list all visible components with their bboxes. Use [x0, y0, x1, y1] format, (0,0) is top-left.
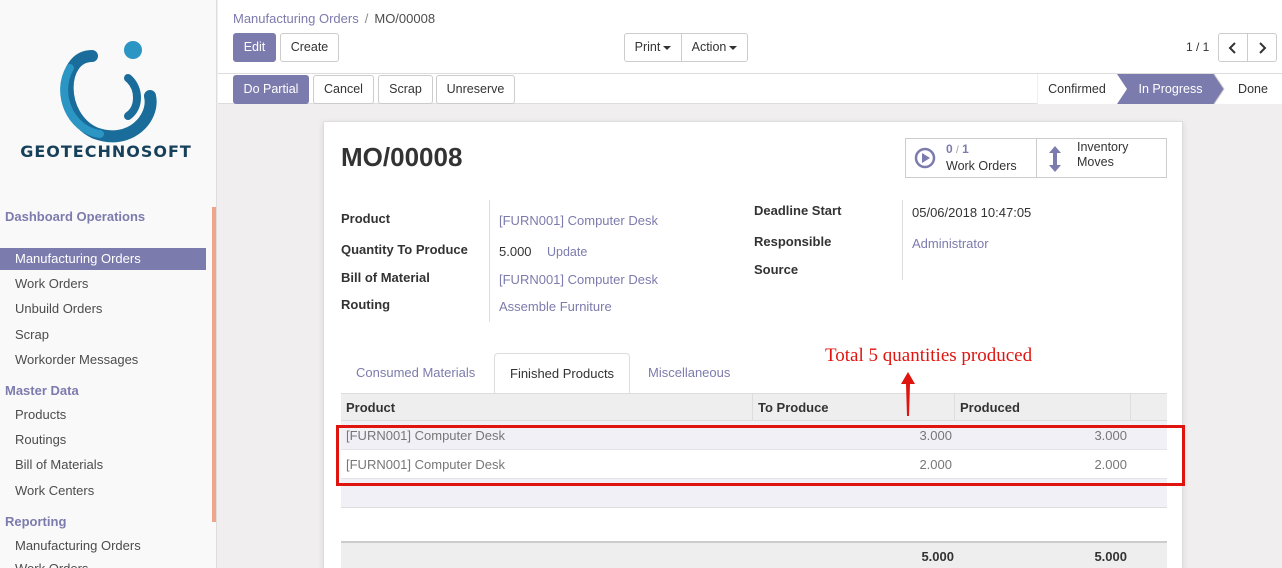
section-reporting[interactable]: Reporting: [5, 513, 66, 531]
bom-label: Bill of Material: [341, 270, 430, 285]
responsible-value[interactable]: Administrator: [912, 236, 989, 251]
annotation-highlight-box: [336, 425, 1185, 486]
status-bar: Do Partial Cancel Scrap Unreserve Confir…: [218, 73, 1282, 104]
header-produced[interactable]: Produced: [955, 394, 1131, 421]
tab-miscellaneous[interactable]: Miscellaneous: [633, 353, 745, 394]
header-product[interactable]: Product: [341, 394, 753, 421]
deadline-value: 05/06/2018 10:47:05: [912, 205, 1032, 220]
quantity-value: 5.000: [499, 244, 532, 259]
inventory-moves-smart-button[interactable]: Inventory Moves: [1036, 139, 1166, 177]
smart-buttons: 0 / 1 Work Orders Inventory Moves: [905, 138, 1167, 178]
sidebar-item-reporting-work-orders[interactable]: Work Orders: [0, 558, 206, 568]
field-divider-right: [902, 200, 903, 280]
play-circle-icon: [914, 147, 936, 169]
record-title: MO/00008: [341, 142, 463, 172]
cancel-button[interactable]: Cancel: [313, 75, 374, 104]
annotation-text: Total 5 quantities produced: [825, 345, 1033, 366]
stage-confirmed[interactable]: Confirmed: [1037, 74, 1117, 104]
sidebar: GEOTECHNOSOFT Dashboard Operations Manuf…: [0, 0, 217, 568]
logo-text: GEOTECHNOSOFT: [20, 142, 192, 161]
sidebar-item-work-orders[interactable]: Work Orders: [0, 273, 206, 295]
breadcrumb-current: MO/00008: [374, 11, 436, 26]
arrows-vertical-icon: [1049, 146, 1061, 172]
unreserve-button[interactable]: Unreserve: [436, 75, 515, 104]
work-orders-total: 1: [962, 142, 969, 156]
stage-done[interactable]: Done: [1224, 74, 1282, 104]
chevron-down-icon: [663, 45, 672, 50]
sidebar-item-bill-of-materials[interactable]: Bill of Materials: [0, 454, 206, 476]
form-sheet: MO/00008 0 / 1 Work Orders Inventory Mov…: [323, 121, 1183, 568]
do-partial-button[interactable]: Do Partial: [233, 75, 309, 104]
sidebar-item-routings[interactable]: Routings: [0, 429, 206, 451]
sidebar-item-work-centers[interactable]: Work Centers: [0, 480, 206, 502]
breadcrumb-parent[interactable]: Manufacturing Orders: [233, 11, 359, 26]
scrap-button[interactable]: Scrap: [378, 75, 433, 104]
pager-previous-button[interactable]: [1218, 33, 1248, 62]
annotation-arrow-icon: [901, 372, 915, 416]
update-quantity-link[interactable]: Update: [547, 245, 587, 259]
pager-value[interactable]: 1 / 1: [1186, 40, 1209, 54]
quantity-label: Quantity To Produce: [341, 242, 468, 257]
total-produced: 5.000: [1094, 549, 1127, 564]
sidebar-item-manufacturing-orders[interactable]: Manufacturing Orders: [0, 248, 206, 270]
work-orders-slash: /: [956, 145, 959, 156]
tab-finished-products[interactable]: Finished Products: [494, 353, 631, 394]
work-orders-label: Work Orders: [946, 159, 1017, 173]
notebook-tabs: Consumed Materials Finished Products Mis…: [341, 353, 1167, 394]
edit-button[interactable]: Edit: [233, 33, 276, 62]
tab-consumed-materials[interactable]: Consumed Materials: [341, 353, 490, 394]
inventory-label-2: Moves: [1077, 155, 1114, 169]
stage-bar: Confirmed In Progress Done: [1037, 74, 1282, 104]
deadline-label: Deadline Start: [754, 203, 842, 218]
chevron-right-icon: [1259, 41, 1267, 54]
print-label: Print: [634, 40, 661, 54]
action-dropdown[interactable]: Action: [681, 33, 748, 62]
bom-value[interactable]: [FURN001] Computer Desk: [499, 272, 658, 287]
total-to-produce: 5.000: [921, 549, 954, 564]
table-header: Product To Produce Produced: [341, 393, 1167, 421]
stage-in-progress[interactable]: In Progress: [1117, 74, 1224, 104]
pager-next-button[interactable]: [1247, 33, 1277, 62]
control-panel: Manufacturing Orders / MO/00008 Edit Creat…: [218, 0, 1282, 104]
sidebar-item-reporting-manufacturing-orders[interactable]: Manufacturing Orders: [0, 535, 206, 557]
chevron-down-icon: [729, 45, 738, 50]
breadcrumb-separator: /: [364, 11, 369, 26]
chevron-left-icon: [1228, 41, 1236, 54]
sidebar-item-unbuild-orders[interactable]: Unbuild Orders: [0, 298, 206, 320]
sidebar-scrollbar[interactable]: [212, 207, 216, 522]
product-value[interactable]: [FURN001] Computer Desk: [499, 213, 658, 228]
work-orders-smart-button[interactable]: 0 / 1 Work Orders: [906, 139, 1036, 177]
section-dashboard-operations[interactable]: Dashboard Operations: [5, 208, 145, 226]
responsible-label: Responsible: [754, 234, 832, 249]
field-divider-left: [489, 200, 490, 322]
action-label: Action: [691, 40, 727, 54]
breadcrumb: Manufacturing Orders / MO/00008: [233, 11, 435, 26]
source-label: Source: [754, 262, 799, 277]
create-button[interactable]: Create: [280, 33, 339, 62]
sidebar-item-workorder-messages[interactable]: Workorder Messages: [0, 349, 206, 371]
product-label: Product: [341, 211, 391, 226]
sidebar-item-products[interactable]: Products: [0, 404, 206, 426]
routing-value[interactable]: Assemble Furniture: [499, 299, 612, 314]
inventory-label-1: Inventory: [1077, 140, 1129, 154]
header-to-produce[interactable]: To Produce: [753, 394, 955, 421]
sidebar-item-scrap[interactable]: Scrap: [0, 324, 206, 346]
work-orders-count: 0: [946, 142, 953, 156]
print-dropdown[interactable]: Print: [624, 33, 682, 62]
routing-label: Routing: [341, 297, 391, 312]
section-master-data[interactable]: Master Data: [5, 382, 79, 400]
table-footer-totals: 5.000 5.000: [341, 541, 1167, 568]
